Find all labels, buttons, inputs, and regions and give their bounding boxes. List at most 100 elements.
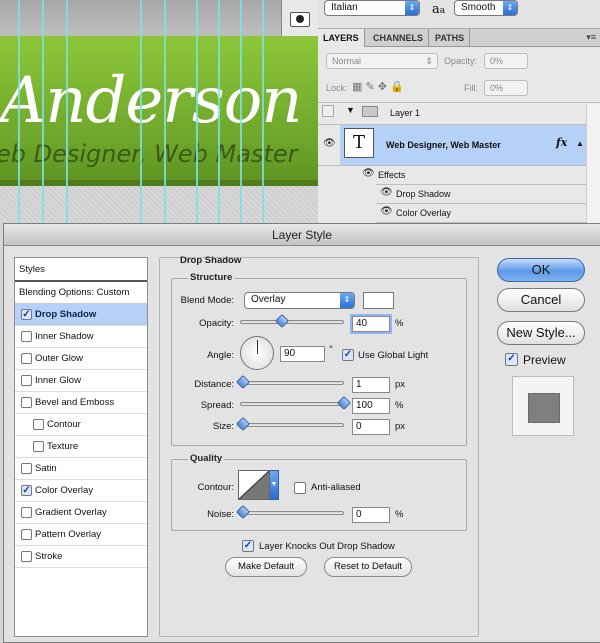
size-slider[interactable] [240,423,344,427]
spread-slider[interactable] [240,402,344,406]
style-item-color-overlay[interactable]: ✓ Color Overlay [15,480,147,502]
inner-glow-checkbox[interactable] [21,375,32,386]
opacity-input[interactable]: 40 [352,316,390,332]
use-global-light-label[interactable]: Use Global Light [358,350,428,361]
texture-checkbox[interactable] [33,441,44,452]
anti-aliased-label[interactable]: Anti-aliased [311,482,361,493]
inner-shadow-checkbox[interactable] [21,331,32,342]
eye-icon[interactable]: 👁 [380,206,393,217]
contour-preview[interactable] [238,470,270,500]
spread-input[interactable]: 100 [352,398,390,414]
new-style-button[interactable]: New Style... [497,321,585,345]
style-item-inner-glow[interactable]: Inner Glow [15,370,147,392]
drop-shadow-checkbox[interactable]: ✓ [21,309,32,320]
gradient-overlay-checkbox[interactable] [21,507,32,518]
preview-label[interactable]: Preview [523,353,566,367]
guide-line[interactable] [262,0,264,225]
antialias-value: Smooth [461,2,496,13]
text-layer-name[interactable]: Web Designer, Web Master [386,140,501,150]
color-overlay-checkbox[interactable]: ✓ [21,485,32,496]
pattern-overlay-checkbox[interactable] [21,529,32,540]
eye-icon[interactable]: 👁 [323,138,336,149]
tab-layers[interactable]: LAYERS [318,29,365,47]
quick-mask-icon[interactable] [290,12,310,27]
layer-style-dialog: Layer Style Styles Blending Options: Cus… [3,223,600,643]
opacity-slider[interactable] [240,320,344,324]
guide-line[interactable] [18,0,20,225]
style-item-contour[interactable]: Contour [15,414,147,436]
noise-slider[interactable] [240,511,344,515]
font-style-select[interactable]: Italian ⇕ [324,0,420,16]
layer-blend-mode-select[interactable]: Normal ⇕ [326,53,438,69]
satin-checkbox[interactable] [21,463,32,474]
section-title: Drop Shadow [180,255,242,266]
ok-button[interactable]: OK [497,258,585,282]
angle-dial[interactable] [240,336,274,370]
distance-input[interactable]: 1 [352,377,390,393]
structure-title: Structure [188,272,235,283]
antialias-select[interactable]: Smooth ⇕ [454,0,518,16]
eye-icon[interactable]: 👁 [362,168,375,179]
style-item-texture[interactable]: Texture [15,436,147,458]
fx-icon[interactable]: fx [556,136,567,149]
size-label: Size: [212,421,234,432]
preview-checkbox[interactable]: ✓ [505,353,518,366]
anti-aliased-checkbox[interactable] [294,482,306,494]
lock-icons[interactable]: ▦ ✎ ✥ 🔒 [352,80,404,93]
style-item-satin[interactable]: Satin [15,458,147,480]
outer-glow-checkbox[interactable] [21,353,32,364]
layer-group-name[interactable]: Layer 1 [390,108,420,118]
stroke-checkbox[interactable] [21,551,32,562]
effect-drop-shadow[interactable]: Drop Shadow [396,189,451,199]
distance-unit: px [395,379,406,390]
styles-header[interactable]: Styles [15,258,147,282]
contour-dropdown-icon[interactable]: ▼ [270,470,279,500]
spread-label: Spread: [200,400,234,411]
guide-line[interactable] [240,0,242,225]
guide-line[interactable] [42,0,44,225]
panel-menu-icon[interactable]: ▾≡ [586,32,596,43]
use-global-light-checkbox[interactable]: ✓ [342,349,354,361]
angle-input[interactable]: 90 [280,346,325,362]
style-item-gradient-overlay[interactable]: Gradient Overlay [15,502,147,524]
style-item-stroke[interactable]: Stroke [15,546,147,568]
knocks-out-label[interactable]: Layer Knocks Out Drop Shadow [259,541,395,552]
visibility-toggle[interactable] [322,105,334,117]
guide-line[interactable] [196,0,198,225]
knocks-out-checkbox[interactable]: ✓ [242,540,254,552]
style-item-bevel-emboss[interactable]: Bevel and Emboss [15,392,147,414]
fill-field[interactable]: 0% [484,80,528,96]
tab-channels[interactable]: CHANNELS [368,29,430,47]
guide-line[interactable] [218,0,220,225]
blending-options-item[interactable]: Blending Options: Custom [15,282,147,304]
distance-slider[interactable] [240,381,344,385]
contour-checkbox[interactable] [33,419,44,430]
style-item-pattern-overlay[interactable]: Pattern Overlay [15,524,147,546]
cancel-button[interactable]: Cancel [497,288,585,312]
reset-default-button[interactable]: Reset to Default [324,557,412,577]
antialias-icon: aa [432,2,446,17]
style-item-drop-shadow[interactable]: ✓ Drop Shadow [15,304,147,326]
style-item-inner-shadow[interactable]: Inner Shadow [15,326,147,348]
collapse-triangle-icon[interactable]: ▼ [346,105,355,115]
tab-paths[interactable]: PATHS [430,29,471,47]
guide-line[interactable] [164,0,166,225]
make-default-button[interactable]: Make Default [225,557,307,577]
bevel-emboss-checkbox[interactable] [21,397,32,408]
eye-icon[interactable]: 👁 [380,187,393,198]
layers-scrollbar[interactable] [586,104,600,225]
document-canvas[interactable]: Anderson eb Designer, Web Master [0,0,318,225]
shadow-color-swatch[interactable] [363,292,394,309]
expand-triangle-icon[interactable]: ▲ [576,139,584,148]
blend-mode-select[interactable]: Overlay ⇕ [244,292,355,309]
spread-unit: % [395,400,404,411]
blend-mode-label: Blend Mode: [180,295,234,306]
size-unit: px [395,421,406,432]
guide-line[interactable] [66,0,68,225]
effect-color-overlay[interactable]: Color Overlay [396,208,451,218]
size-input[interactable]: 0 [352,419,390,435]
style-item-outer-glow[interactable]: Outer Glow [15,348,147,370]
layer-opacity-field[interactable]: 0% [484,53,528,69]
guide-line[interactable] [140,0,142,225]
noise-input[interactable]: 0 [352,507,390,523]
